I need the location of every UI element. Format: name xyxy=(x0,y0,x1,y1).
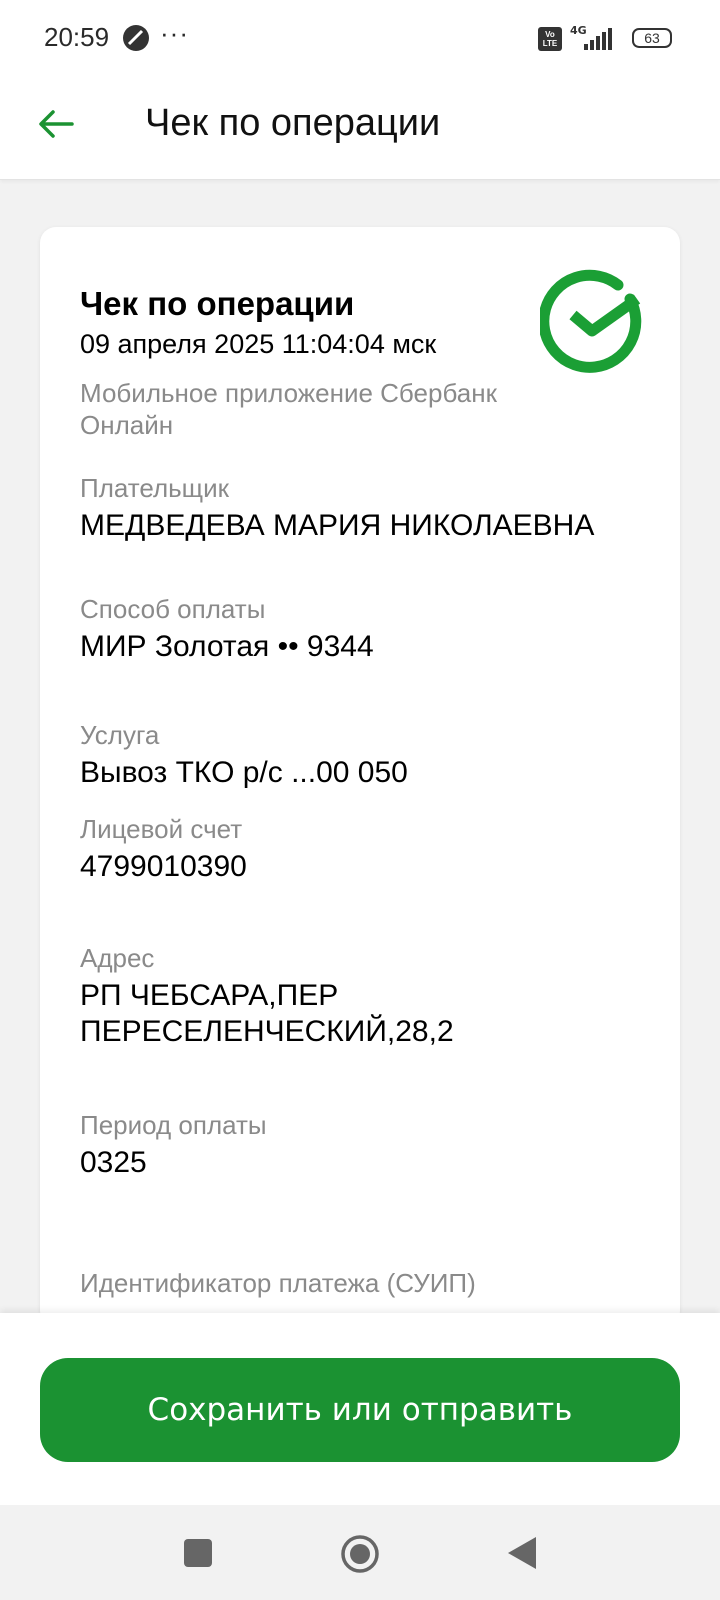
field-label: Период оплаты xyxy=(80,1110,267,1140)
home-icon[interactable] xyxy=(340,1534,380,1574)
system-nav-bar xyxy=(0,1505,720,1600)
field-payer: Плательщик МЕДВЕДЕВА МАРИЯ НИКОЛАЕВНА xyxy=(80,472,660,544)
field-label: Плательщик xyxy=(80,473,229,503)
field-payment-id: Идентификатор платежа (СУИП) xyxy=(80,1267,660,1299)
save-or-send-button[interactable]: Сохранить или отправить xyxy=(40,1358,680,1462)
battery-icon: 63 xyxy=(632,28,672,48)
receipt-card: Чек по операции 09 апреля 2025 11:04:04 … xyxy=(40,227,680,1327)
recent-apps-icon[interactable] xyxy=(183,1538,213,1568)
field-label: Услуга xyxy=(80,720,160,750)
field-label: Способ оплаты xyxy=(80,594,266,624)
nav-back-icon[interactable] xyxy=(506,1535,538,1571)
volte-label: Vo LTE xyxy=(542,30,558,48)
receipt-title: Чек по операции xyxy=(80,285,355,322)
receipt-source: Мобильное приложение Сбербанк Онлайн xyxy=(80,378,497,440)
field-account: Лицевой счет 4799010390 xyxy=(80,813,660,885)
field-value: МИР Золотая •• 9344 xyxy=(80,630,374,663)
field-label: Идентификатор платежа (СУИП) xyxy=(80,1268,476,1298)
bottom-action-panel: Сохранить или отправить xyxy=(0,1313,720,1505)
field-value: РП ЧЕБСАРА,ПЕР ПЕРЕСЕЛЕНЧЕСКИЙ,28,2 xyxy=(80,979,454,1048)
field-payment-method: Способ оплаты МИР Золотая •• 9344 xyxy=(80,593,660,665)
receipt-datetime: 09 апреля 2025 11:04:04 мск xyxy=(80,329,437,359)
back-button[interactable] xyxy=(28,96,84,152)
field-value: 0325 xyxy=(80,1146,147,1179)
app-notification-icon xyxy=(123,25,149,51)
field-label: Лицевой счет xyxy=(80,814,243,844)
field-value: МЕДВЕДЕВА МАРИЯ НИКОЛАЕВНА xyxy=(80,509,595,542)
signal-icon: 4G xyxy=(570,24,612,50)
status-bar: 20:59 ··· Vo LTE 4G 63 xyxy=(0,0,720,78)
more-notifications-icon: ··· xyxy=(160,18,189,48)
page-title: Чек по операции xyxy=(145,102,441,144)
volte-icon: Vo LTE xyxy=(538,27,562,51)
field-value: 4799010390 xyxy=(80,850,247,883)
app-header: Чек по операции xyxy=(0,78,720,180)
field-payment-period: Период оплаты 0325 xyxy=(80,1109,660,1181)
field-label: Адрес xyxy=(80,943,155,973)
network-type-label: 4G xyxy=(570,24,587,37)
field-value: Вывоз ТКО р/с ...00 050 xyxy=(80,756,408,789)
sber-check-icon xyxy=(540,269,642,373)
field-service: Услуга Вывоз ТКО р/с ...00 050 xyxy=(80,719,660,791)
status-time: 20:59 xyxy=(44,22,110,52)
battery-level: 63 xyxy=(644,30,660,46)
field-address: Адрес РП ЧЕБСАРА,ПЕР ПЕРЕСЕЛЕНЧЕСКИЙ,28,… xyxy=(80,942,510,1050)
arrow-left-icon xyxy=(39,110,74,138)
